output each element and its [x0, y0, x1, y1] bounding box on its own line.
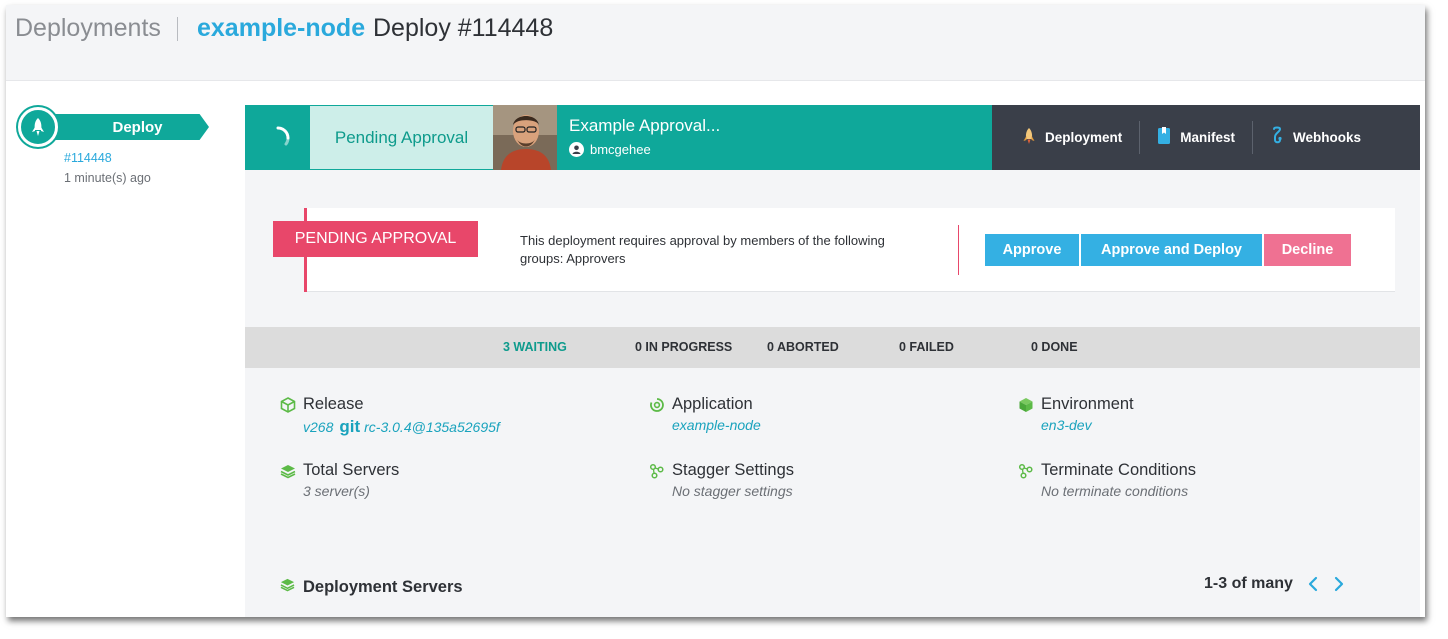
nav-manifest-label: Manifest [1180, 130, 1236, 145]
deployment-servers-title: Deployment Servers [303, 577, 463, 596]
deploy-number-link[interactable]: #114448 [64, 151, 112, 165]
terminate-value: No terminate conditions [1041, 483, 1189, 499]
app-frame: Deployments example-node Deploy #114448 … [6, 5, 1425, 617]
stage-banner-deploy[interactable]: Deploy [52, 114, 209, 140]
rocket-icon [1022, 127, 1036, 148]
nodes-icon [1018, 463, 1034, 479]
status-counts-bar: 3 WAITING 0 IN PROGRESS 0 ABORTED 0 FAIL… [245, 327, 1420, 368]
approve-button[interactable]: Approve [985, 234, 1079, 266]
pending-approval-tag: PENDING APPROVAL [273, 221, 478, 257]
count-failed[interactable]: 0 FAILED [899, 340, 954, 354]
card-divider [958, 225, 959, 275]
status-bar: Pending Approval Example Approval... bmc… [245, 105, 1420, 170]
page-header: Deployments example-node Deploy #114448 [6, 5, 1425, 81]
count-done[interactable]: 0 DONE [1031, 340, 1078, 354]
approval-title: Example Approval... [569, 116, 721, 135]
count-waiting[interactable]: 3 WAITING [503, 340, 567, 354]
cube-icon [1018, 397, 1034, 413]
chevron-left-icon[interactable] [1307, 576, 1319, 592]
approval-card: PENDING APPROVAL This deployment require… [273, 208, 1395, 292]
nav-webhooks-label: Webhooks [1293, 130, 1362, 145]
nav-webhooks[interactable]: Webhooks [1252, 121, 1378, 154]
breadcrumb-separator [177, 17, 178, 41]
nav-deployment-label: Deployment [1045, 130, 1123, 145]
environment-link[interactable]: en3-dev [1041, 417, 1092, 433]
application-icon [649, 397, 665, 413]
release-value: v268 git rc-3.0.4@135a52695f [303, 417, 500, 437]
stagger-label: Stagger Settings [672, 461, 794, 479]
approval-message: This deployment requires approval by mem… [520, 233, 885, 266]
nav-manifest[interactable]: Manifest [1139, 121, 1252, 154]
status-pending-approval: Pending Approval [310, 106, 493, 169]
user-icon [569, 142, 584, 157]
approval-user: bmcgehee [569, 142, 651, 157]
chevron-right-icon[interactable] [1333, 576, 1345, 592]
deploy-nav: Deployment Manifest Webhooks [992, 105, 1420, 170]
application-label: Application [672, 395, 753, 413]
nodes-icon [649, 463, 665, 479]
deployment-servers-heading: Deployment Servers [280, 577, 463, 597]
avatar [493, 105, 557, 170]
deploy-time: 1 minute(s) ago [64, 171, 151, 185]
spinner-icon [245, 105, 310, 170]
breadcrumb-app-name[interactable]: example-node [197, 14, 365, 43]
manifest-icon [1157, 127, 1171, 148]
release-version-link[interactable]: v268 [303, 419, 333, 435]
git-icon: git [339, 417, 361, 436]
webhook-icon [1270, 126, 1284, 149]
terminate-label: Terminate Conditions [1041, 461, 1196, 479]
rocket-icon [18, 107, 58, 147]
count-in-progress[interactable]: 0 IN PROGRESS [635, 340, 732, 354]
breadcrumb-deployments[interactable]: Deployments [15, 14, 161, 43]
user-name: bmcgehee [590, 142, 651, 157]
release-label: Release [303, 395, 364, 413]
layers-icon [280, 577, 295, 597]
main-panel: Pending Approval Example Approval... bmc… [245, 105, 1420, 617]
total-servers-label: Total Servers [303, 461, 400, 479]
box-outline-icon [280, 397, 296, 413]
nav-deployment[interactable]: Deployment [992, 121, 1139, 154]
release-ref-link[interactable]: rc-3.0.4@135a52695f [364, 419, 500, 435]
approve-and-deploy-button[interactable]: Approve and Deploy [1081, 234, 1262, 266]
environment-label: Environment [1041, 395, 1134, 413]
total-servers-value: 3 server(s) [303, 483, 370, 499]
layers-icon [280, 463, 296, 479]
stagger-value: No stagger settings [672, 483, 793, 499]
page-title: Deploy #114448 [373, 14, 554, 42]
pagination: 1-3 of many [1204, 575, 1345, 593]
decline-button[interactable]: Decline [1264, 234, 1351, 266]
application-link[interactable]: example-node [672, 417, 761, 433]
count-aborted[interactable]: 0 ABORTED [767, 340, 839, 354]
pagination-range: 1-3 of many [1204, 575, 1293, 592]
